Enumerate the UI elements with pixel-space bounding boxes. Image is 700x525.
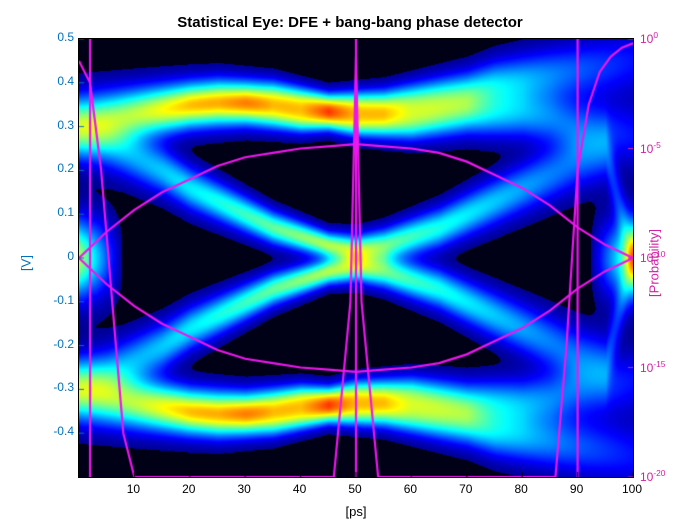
x-axis-label: [ps] <box>78 504 634 519</box>
y-tick-right: 100 <box>640 30 690 46</box>
y-tick-left: -0.2 <box>34 337 74 351</box>
y-tick-right: 10-15 <box>640 359 690 375</box>
chart-container: { "title": "Statistical Eye: DFE + bang-… <box>0 0 700 525</box>
bathtub-overlay <box>79 39 633 477</box>
x-tick: 90 <box>562 482 592 496</box>
x-tick: 80 <box>506 482 536 496</box>
y-tick-left: -0.1 <box>34 293 74 307</box>
x-tick: 60 <box>395 482 425 496</box>
y-tick-right: 10-5 <box>640 140 690 156</box>
y-tick-left: 0.4 <box>34 74 74 88</box>
x-tick: 30 <box>229 482 259 496</box>
y-tick-left: 0.3 <box>34 118 74 132</box>
y-tick-left: 0.5 <box>34 30 74 44</box>
x-tick: 50 <box>340 482 370 496</box>
chart-title: Statistical Eye: DFE + bang-bang phase d… <box>0 14 700 31</box>
y-tick-right: 10-10 <box>640 249 690 265</box>
x-tick: 100 <box>617 482 647 496</box>
y-tick-left: -0.3 <box>34 380 74 394</box>
x-tick: 70 <box>451 482 481 496</box>
y-tick-left: 0.1 <box>34 205 74 219</box>
y-axis-label-left: [V] <box>18 255 33 271</box>
y-tick-left: 0.2 <box>34 161 74 175</box>
x-tick: 40 <box>285 482 315 496</box>
y-tick-left: 0 <box>34 249 74 263</box>
plot-area <box>78 38 634 478</box>
y-tick-left: -0.4 <box>34 424 74 438</box>
x-tick: 10 <box>118 482 148 496</box>
x-tick: 20 <box>174 482 204 496</box>
y-tick-right: 10-20 <box>640 468 690 484</box>
